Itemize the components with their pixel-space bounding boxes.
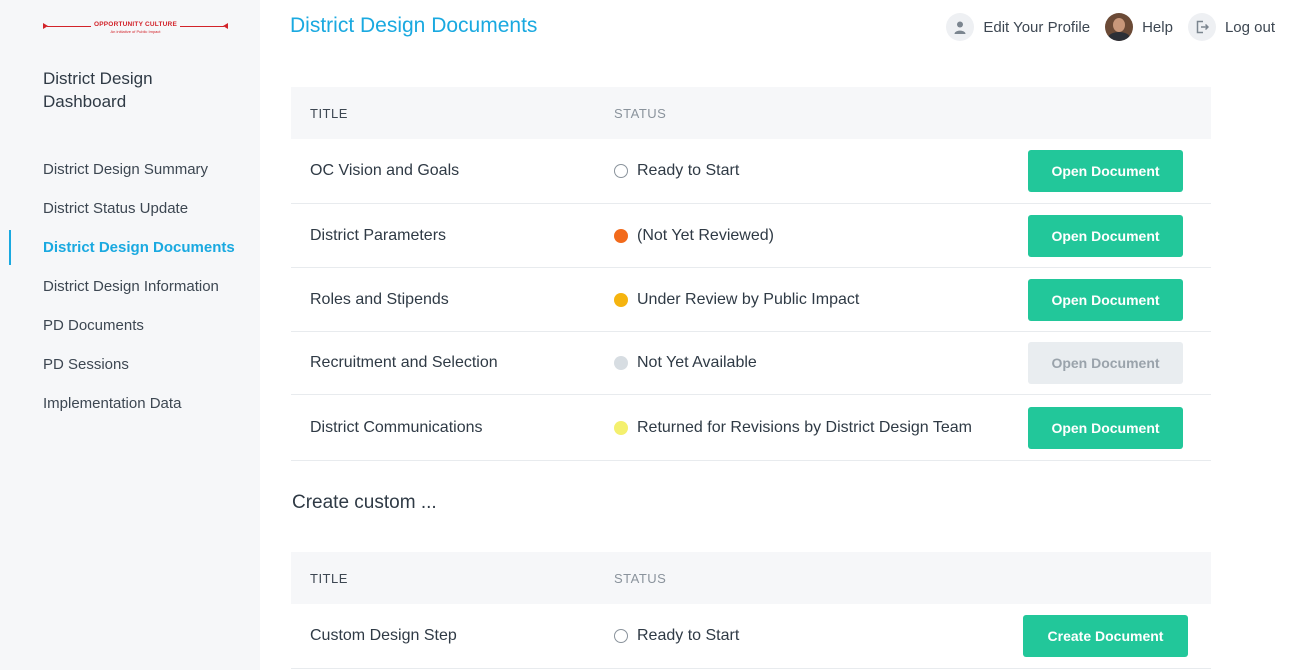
header-actions: Edit Your Profile Help Log out <box>931 13 1275 41</box>
logout-link[interactable]: Log out <box>1187 13 1275 41</box>
documents-table-header: TITLE STATUS <box>291 87 1211 139</box>
table-row: District Communications Returned for Revi… <box>291 395 1211 461</box>
logo-text: OPPORTUNITY CULTURE <box>43 21 228 28</box>
custom-table-header: TITLE STATUS <box>291 552 1211 604</box>
sidebar: OPPORTUNITY CULTURE An initiative of Pub… <box>0 0 260 670</box>
edit-profile-link[interactable]: Edit Your Profile <box>946 13 1090 41</box>
sidebar-item-implementation-data[interactable]: Implementation Data <box>0 384 260 423</box>
status-dot-icon <box>614 629 628 643</box>
logo-subtext: An initiative of Public Impact <box>110 29 161 34</box>
status-label: Under Review by Public Impact <box>637 290 860 308</box>
status-label: Ready to Start <box>637 627 740 644</box>
document-title: OC Vision and Goals <box>310 162 460 179</box>
app-root: OPPORTUNITY CULTURE An initiative of Pub… <box>0 0 1300 670</box>
status-dot-icon <box>614 164 628 178</box>
page-title: District Design Documents <box>290 14 538 37</box>
open-document-button[interactable]: Open Document <box>1028 342 1183 384</box>
open-document-button[interactable]: Open Document <box>1028 278 1183 321</box>
status-label: (Not Yet Reviewed) <box>637 226 774 244</box>
document-status: Under Review by Public Impact <box>614 291 859 309</box>
document-status: (Not Yet Reviewed) <box>614 227 774 245</box>
sidebar-item-district-design-summary[interactable]: District Design Summary <box>0 150 260 189</box>
status-dot-icon <box>614 228 628 243</box>
document-status: Ready to Start <box>614 627 739 645</box>
column-header-title: TITLE <box>310 105 348 121</box>
document-status: Returned for Revisions by District Desig… <box>614 419 972 437</box>
column-header-title: TITLE <box>310 570 348 586</box>
table-row: Custom Design Step Ready to Start Create D… <box>291 604 1211 669</box>
document-title: Custom Design Step <box>310 627 457 644</box>
sidebar-nav: District Design Summary District Status U… <box>0 150 260 423</box>
help-link[interactable]: Help <box>1105 13 1173 41</box>
status-dot-icon <box>614 420 628 435</box>
edit-profile-label: Edit Your Profile <box>983 18 1091 36</box>
dashboard-title: District Design Dashboard <box>43 69 153 111</box>
document-title: District Communications <box>310 418 483 436</box>
open-document-button[interactable]: Open Document <box>1028 406 1183 449</box>
column-header-status: STATUS <box>614 105 667 121</box>
status-dot-icon <box>614 356 628 370</box>
custom-table-body: Custom Design Step Ready to Start Create D… <box>291 604 1211 669</box>
document-status: Ready to Start <box>614 162 739 180</box>
create-document-button[interactable]: Create Document <box>1023 615 1188 657</box>
logout-label: Log out <box>1224 18 1275 36</box>
sidebar-item-district-design-documents[interactable]: District Design Documents <box>0 228 260 267</box>
column-header-status: STATUS <box>614 570 667 586</box>
open-document-button[interactable]: Open Document <box>1028 214 1183 257</box>
open-document-button[interactable]: Open Document <box>1028 150 1183 192</box>
sidebar-item-pd-documents[interactable]: PD Documents <box>0 306 260 345</box>
status-label: Ready to Start <box>637 162 740 179</box>
help-label: Help <box>1142 18 1173 36</box>
user-icon <box>946 13 975 41</box>
table-row: District Parameters (Not Yet Reviewed) Ope… <box>291 204 1211 268</box>
documents-table-body: OC Vision and Goals Ready to Start Open Do… <box>291 139 1211 461</box>
documents-table: TITLE STATUS OC Vision and Goals Ready to… <box>291 87 1211 461</box>
create-custom-label: Create custom ... <box>292 492 437 513</box>
document-title: Roles and Stipends <box>310 290 449 308</box>
table-row: Recruitment and Selection Not Yet Availab… <box>291 332 1211 395</box>
avatar <box>1105 13 1134 41</box>
document-title: Recruitment and Selection <box>310 354 498 371</box>
status-dot-icon <box>614 292 628 307</box>
document-status: Not Yet Available <box>614 354 757 372</box>
table-row: OC Vision and Goals Ready to Start Open Do… <box>291 139 1211 204</box>
status-label: Returned for Revisions by District Desig… <box>637 418 972 436</box>
custom-documents-table: TITLE STATUS Custom Design Step Ready to … <box>291 552 1211 669</box>
table-row: Roles and Stipends Under Review by Public… <box>291 268 1211 332</box>
logout-icon <box>1187 13 1216 41</box>
sidebar-item-pd-sessions[interactable]: PD Sessions <box>0 345 260 384</box>
opportunity-culture-logo[interactable]: OPPORTUNITY CULTURE An initiative of Pub… <box>43 20 228 36</box>
sidebar-item-district-status-update[interactable]: District Status Update <box>0 189 260 228</box>
status-label: Not Yet Available <box>637 354 757 371</box>
document-title: District Parameters <box>310 226 447 244</box>
sidebar-item-district-design-information[interactable]: District Design Information <box>0 267 260 306</box>
